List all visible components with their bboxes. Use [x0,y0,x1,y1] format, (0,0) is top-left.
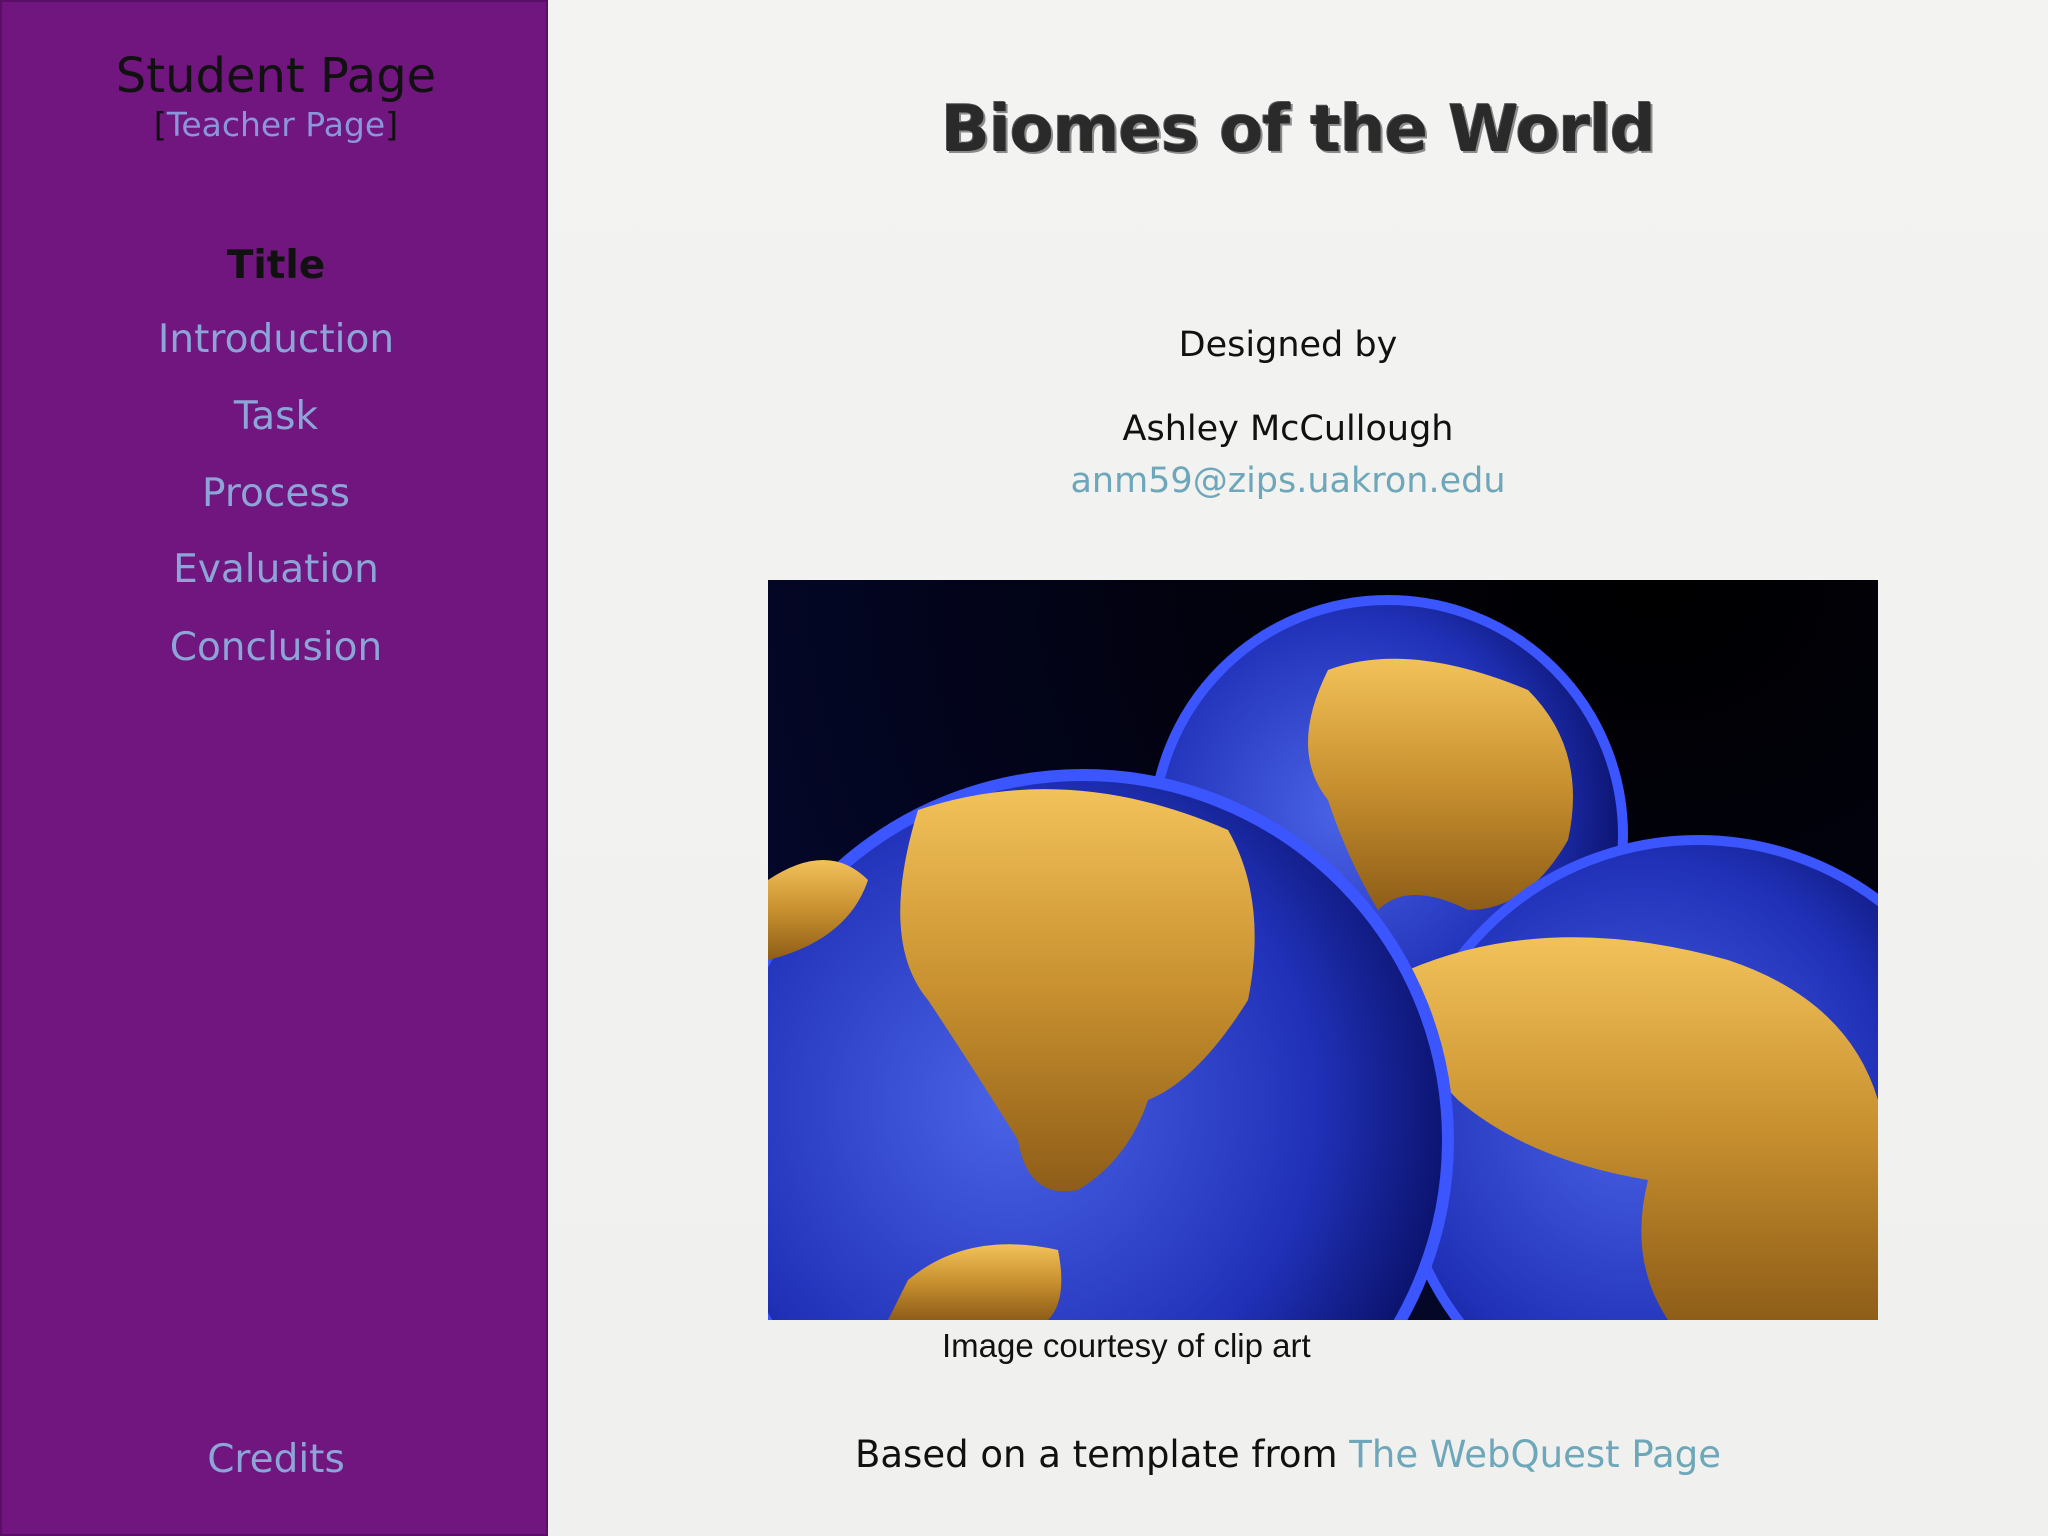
teacher-page-link[interactable]: Teacher Page [167,105,385,144]
nav-conclusion[interactable]: Conclusion [2,628,550,667]
nav-title[interactable]: Title [2,246,550,285]
webquest-link[interactable]: The WebQuest Page [1349,1433,1721,1476]
nav-task[interactable]: Task [2,397,550,436]
email-link[interactable]: anm59@zips.uakron.edu [548,464,2028,499]
footer: Based on a template from The WebQuest Pa… [548,1436,2028,1473]
footer-prefix: Based on a template from [855,1433,1350,1476]
sidebar: Student Page [Teacher Page] Title Introd… [0,0,548,1536]
image-caption: Image courtesy of clip art [942,1327,1311,1364]
student-page-heading: Student Page [115,48,437,104]
page-title: Biomes of the World [941,93,1656,167]
nav-process[interactable]: Process [2,474,550,513]
designed-by-label: Designed by [1178,325,1398,365]
globe-illustration [768,580,1878,1320]
nav-introduction[interactable]: Introduction [2,320,550,359]
bracket-open: [ [153,105,167,144]
teacher-page-line: [Teacher Page] [2,108,550,141]
bracket-close: ] [385,105,399,144]
nav-credits[interactable]: Credits [2,1440,550,1479]
globes-icon [768,595,1878,1320]
author-name: Ashley McCullough [1122,409,1454,449]
nav-evaluation[interactable]: Evaluation [2,550,550,589]
